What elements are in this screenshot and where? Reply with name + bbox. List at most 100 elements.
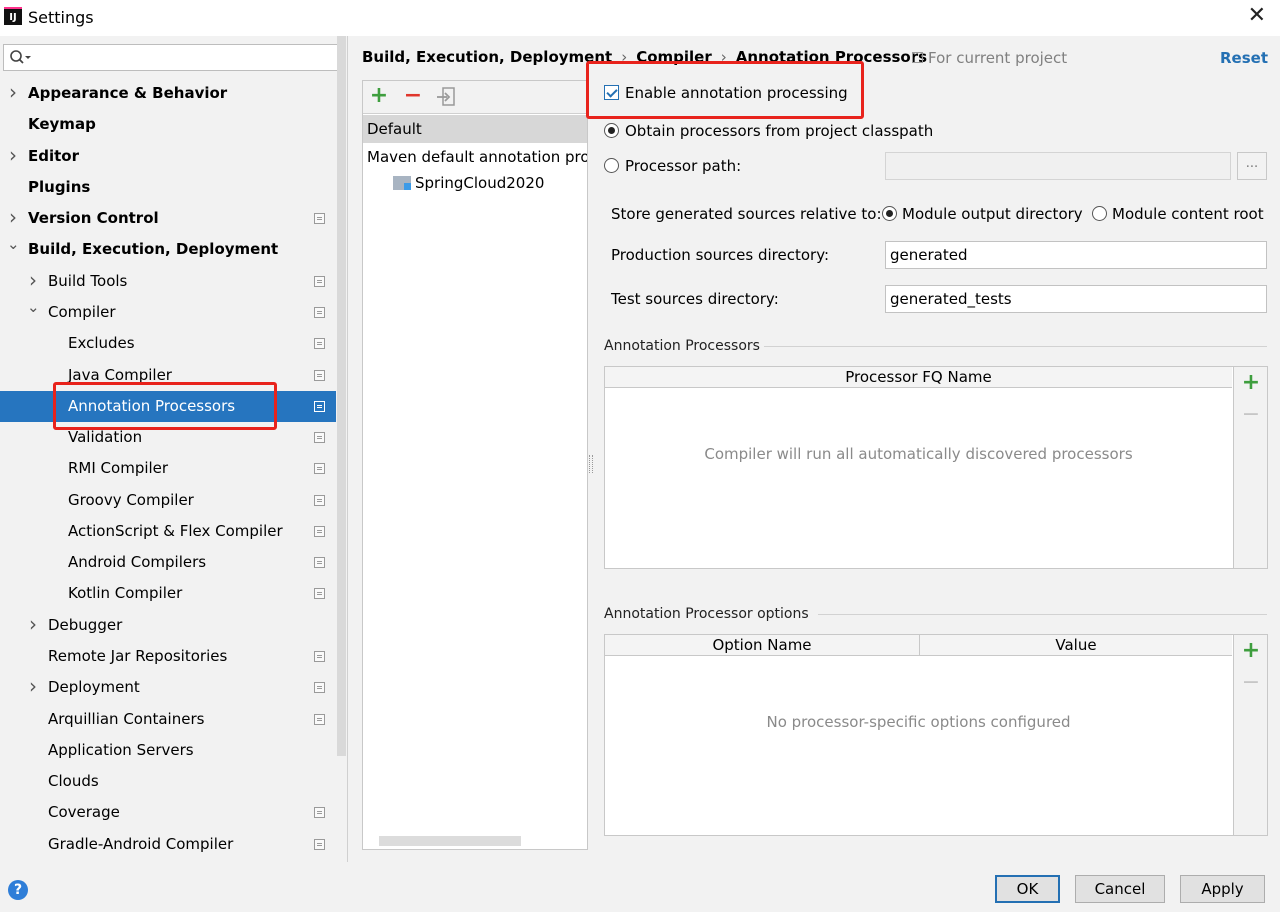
processor-path-radio[interactable]: Processor path: [604, 157, 741, 175]
sidebar-item[interactable]: Annotation Processors [0, 390, 336, 422]
sidebar-item[interactable]: ⌄ Compiler [0, 297, 336, 328]
sidebar-item[interactable]: Gradle-Android Compiler [0, 829, 336, 860]
processor-path-field[interactable] [885, 152, 1231, 180]
sidebar-item-label: Arquillian Containers [48, 709, 205, 728]
sidebar-item[interactable]: RMI Compiler [0, 453, 336, 484]
annotation-processors-group-title: Annotation Processors [604, 338, 760, 354]
profiles-horizontal-scrollbar[interactable] [379, 836, 521, 846]
group-divider [764, 346, 1267, 347]
sidebar-item-label: Editor [28, 146, 79, 165]
remove-profile-icon[interactable]: − [401, 85, 425, 109]
column-value[interactable]: Value [919, 635, 1232, 656]
test-sources-input[interactable]: generated_tests [885, 285, 1267, 313]
project-scope-icon [314, 494, 325, 506]
sidebar-item[interactable]: Kotlin Compiler [0, 578, 336, 609]
store-generated-label: Store generated sources relative to: [611, 205, 882, 223]
sidebar-item[interactable]: Excludes [0, 328, 336, 359]
module-output-radio[interactable]: Module output directory [882, 205, 1083, 223]
obtain-from-classpath-radio[interactable]: Obtain processors from project classpath [604, 122, 933, 140]
add-processor-icon[interactable]: + [1241, 372, 1261, 394]
profiles-toolbar: + − [363, 81, 587, 114]
cancel-button[interactable]: Cancel [1075, 875, 1165, 903]
sidebar-item-label: Build, Execution, Deployment [28, 240, 279, 259]
sidebar-item-label: Android Compilers [68, 553, 207, 572]
sidebar-item-label: RMI Compiler [68, 459, 169, 478]
add-profile-icon[interactable]: + [367, 85, 391, 109]
options-table: Option Name Value No processor-specific … [604, 634, 1268, 836]
project-scope-icon [314, 432, 325, 444]
chevron-down-icon[interactable]: ⌄ [7, 229, 20, 260]
sidebar-item-label: Remote Jar Repositories [48, 647, 228, 666]
sidebar-item[interactable]: Keymap [0, 109, 336, 140]
sidebar-item[interactable]: Plugins [0, 172, 336, 203]
window-title: Settings [28, 8, 94, 27]
project-scope-icon [314, 275, 325, 287]
sidebar-item[interactable]: Android Compilers [0, 547, 336, 578]
processors-table: Processor FQ Name Compiler will run all … [604, 366, 1268, 569]
chevron-right-icon[interactable]: › [27, 609, 39, 640]
sidebar-item-label: Gradle-Android Compiler [48, 834, 234, 853]
chevron-right-icon[interactable]: › [27, 671, 39, 702]
chevron-down-icon[interactable]: ⌄ [27, 292, 40, 323]
sidebar-item[interactable]: Validation [0, 422, 336, 453]
browse-button[interactable]: ... [1237, 152, 1267, 180]
sidebar-item-label: Appearance & Behavior [28, 84, 228, 102]
chevron-right-icon[interactable]: › [7, 77, 19, 108]
radio-unselected-icon [604, 158, 619, 173]
sidebar-item-label: Validation [68, 428, 143, 447]
add-option-icon[interactable]: + [1241, 640, 1261, 662]
close-icon[interactable]: ✕ [1248, 4, 1266, 28]
breadcrumb-build[interactable]: Build, Execution, Deployment [362, 48, 612, 66]
sidebar-item[interactable]: › Editor [0, 141, 336, 172]
sidebar-item-label: ActionScript & Flex Compiler [68, 521, 283, 540]
module-content-radio[interactable]: Module content root [1092, 205, 1264, 223]
sidebar-item-label: Coverage [48, 803, 120, 822]
sidebar-item[interactable]: › Deployment [0, 672, 336, 703]
enable-annotation-processing-checkbox[interactable]: Enable annotation processing [604, 84, 848, 102]
radio-selected-icon [604, 123, 619, 138]
radio-unselected-icon [1092, 206, 1107, 221]
profile-module-item[interactable]: SpringCloud2020 [393, 171, 544, 195]
search-input[interactable] [3, 44, 340, 71]
processors-table-header: Processor FQ Name [605, 367, 1232, 388]
sidebar-item-label: Keymap [28, 115, 96, 134]
profile-default[interactable]: Default [363, 115, 587, 143]
remove-option-icon[interactable]: − [1241, 672, 1261, 694]
sidebar-item[interactable]: ⌄ Build, Execution, Deployment [0, 234, 336, 265]
sidebar-item-label: Clouds [48, 772, 99, 791]
sidebar-item[interactable]: Groovy Compiler [0, 485, 336, 516]
sidebar-item[interactable]: › Build Tools [0, 266, 336, 297]
sidebar-item[interactable]: Application Servers [0, 735, 336, 766]
sidebar-scrollbar[interactable] [337, 36, 346, 756]
sidebar-item-label: Deployment [48, 678, 140, 697]
settings-sidebar: › Appearance & Behavior Keymap › Editor Plugi… [0, 36, 348, 862]
breadcrumb-compiler[interactable]: Compiler [636, 48, 712, 66]
breadcrumb-annotation-processors: Annotation Processors [735, 48, 928, 66]
sidebar-item[interactable]: › Version Control [0, 203, 336, 234]
sidebar-item[interactable]: Coverage [0, 797, 336, 828]
sidebar-item[interactable]: › Debugger [0, 610, 336, 641]
sidebar-item[interactable]: Arquillian Containers [0, 704, 336, 735]
sidebar-item[interactable]: Java Compiler [0, 360, 336, 391]
sidebar-item[interactable]: ActionScript & Flex Compiler [0, 516, 336, 547]
chevron-right-icon[interactable]: › [7, 140, 19, 171]
profile-maven-default[interactable]: Maven default annotation processors prof… [367, 145, 587, 169]
sidebar-item-label: Groovy Compiler [68, 490, 194, 509]
reset-link[interactable]: Reset [1220, 49, 1268, 67]
splitter-handle[interactable] [589, 455, 593, 473]
help-icon[interactable]: ? [8, 880, 28, 900]
title-bar: IJ Settings ✕ [0, 0, 1280, 36]
processors-empty-message: Compiler will run all automatically disc… [704, 445, 1133, 463]
sidebar-item[interactable]: Clouds [0, 766, 336, 797]
move-to-profile-icon[interactable] [435, 85, 459, 109]
remove-processor-icon[interactable]: − [1241, 404, 1261, 426]
ok-button[interactable]: OK [995, 875, 1060, 903]
column-option-name[interactable]: Option Name [605, 635, 919, 656]
sidebar-item[interactable]: › Appearance & Behavior [0, 78, 336, 109]
sidebar-item[interactable]: Remote Jar Repositories [0, 641, 336, 672]
apply-button[interactable]: Apply [1180, 875, 1265, 903]
breadcrumb-separator: › [621, 48, 628, 66]
column-processor-fq-name[interactable]: Processor FQ Name [605, 367, 1232, 388]
group-divider [818, 614, 1267, 615]
production-sources-input[interactable]: generated [885, 241, 1267, 269]
